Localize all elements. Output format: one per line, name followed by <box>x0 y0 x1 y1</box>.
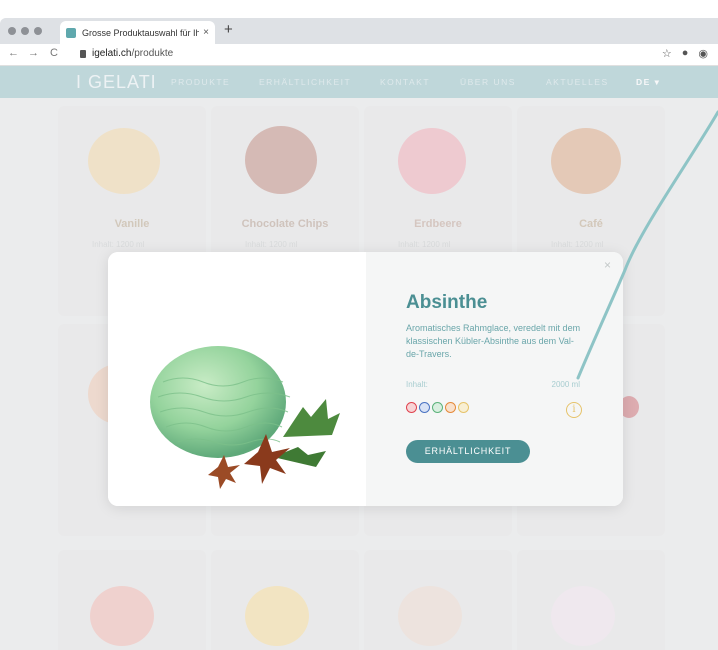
lock-icon <box>80 50 86 58</box>
inhalt-label: Inhalt: <box>406 380 428 389</box>
favicon-icon <box>66 27 76 38</box>
allergen-green-icon[interactable] <box>432 402 443 413</box>
inhalt-value: 2000 ml <box>551 380 580 389</box>
address-bar: ← → C igelati.ch/produkte ☆ ● ◉ <box>0 44 718 66</box>
erhaeltlichkeit-button[interactable]: ERHÄLTLICHKEIT <box>406 440 530 463</box>
tab-title: Grosse Produktauswahl für Ihr <box>82 27 200 38</box>
browser-window: Grosse Produktauswahl für Ihr × + ← → C … <box>0 18 718 650</box>
profile-icon[interactable]: ● <box>682 47 689 60</box>
minimize-window-button[interactable] <box>21 27 29 35</box>
window-controls <box>8 27 42 35</box>
modal-description: Aromatisches Rahmglace, veredelt mit dem… <box>406 323 581 359</box>
web-page: I GELATI PRODUKTE ERHÄLTLICHKEIT KONTAKT… <box>0 66 718 650</box>
close-window-button[interactable] <box>8 27 16 35</box>
allergen-red-icon[interactable] <box>406 402 417 413</box>
modal-image-panel <box>108 252 366 506</box>
absinthe-scoop-image <box>150 346 340 489</box>
bookmark-star-icon[interactable]: ☆ <box>662 47 672 60</box>
tab-close-icon[interactable]: × <box>203 27 209 38</box>
forward-button[interactable]: → <box>28 47 39 59</box>
toolbar-icons: ☆ ● ◉ <box>662 47 708 60</box>
product-modal: × Absinthe Aromatisches Rahmglace, vered… <box>108 252 623 506</box>
modal-info-panel: × Absinthe Aromatisches Rahmglace, vered… <box>366 252 623 506</box>
extension-icon[interactable]: ◉ <box>698 47 708 60</box>
tab-bar: Grosse Produktauswahl für Ihr × + <box>0 18 718 44</box>
url-path: /produkte <box>131 48 174 59</box>
allergen-orange-icon[interactable] <box>445 402 456 413</box>
url-host: igelati.ch <box>92 48 132 59</box>
allergen-yellow-icon[interactable] <box>458 402 469 413</box>
maximize-window-button[interactable] <box>34 27 42 35</box>
url-input[interactable]: igelati.ch/produkte <box>92 48 173 59</box>
new-tab-button[interactable]: + <box>224 21 233 38</box>
close-icon[interactable]: × <box>604 258 611 272</box>
browser-tab[interactable]: Grosse Produktauswahl für Ihr × <box>60 21 215 44</box>
modal-title: Absinthe <box>406 292 488 313</box>
reload-button[interactable]: C <box>50 47 58 59</box>
allergen-blue-icon[interactable] <box>419 402 430 413</box>
info-icon[interactable]: i <box>566 402 582 418</box>
back-button[interactable]: ← <box>8 47 19 59</box>
allergen-badges <box>406 402 469 413</box>
